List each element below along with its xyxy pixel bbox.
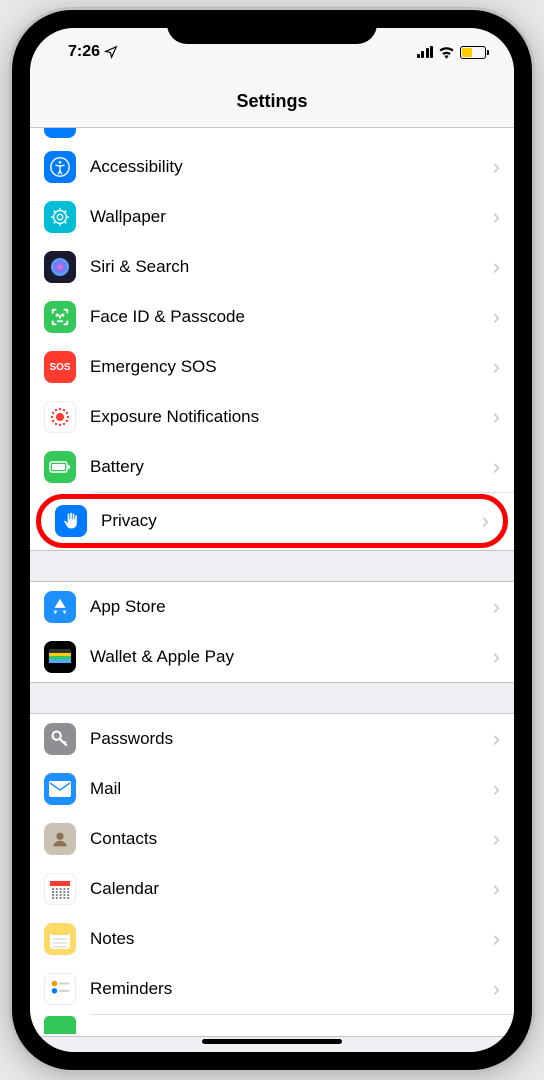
contacts-icon [44,823,76,855]
settings-row-passwords[interactable]: Passwords › [30,714,514,764]
row-label: Emergency SOS [90,357,493,377]
settings-row-wallpaper[interactable]: Wallpaper › [30,192,514,242]
row-label: Accessibility [90,157,493,177]
row-label: Calendar [90,879,493,899]
chevron-right-icon: › [493,776,500,802]
notch [167,10,377,44]
chevron-right-icon: › [493,876,500,902]
siri-icon [44,251,76,283]
faceid-icon [44,301,76,333]
settings-row-siri[interactable]: Siri & Search › [30,242,514,292]
wallpaper-icon [44,201,76,233]
row-label: Face ID & Passcode [90,307,493,327]
partial-icon [44,1016,76,1034]
wifi-icon [438,46,455,59]
chevron-right-icon: › [493,304,500,330]
row-label: App Store [90,597,493,617]
settings-row-mail[interactable]: Mail › [30,764,514,814]
chevron-right-icon: › [493,454,500,480]
settings-row-wallet[interactable]: Wallet & Apple Pay › [30,632,514,682]
status-time: 7:26 [68,43,100,61]
nav-header: Settings [30,76,514,128]
row-label: Battery [90,457,493,477]
status-left: 7:26 [68,43,118,61]
calendar-icon [44,873,76,905]
row-label: Contacts [90,829,493,849]
settings-row-calendar[interactable]: Calendar › [30,864,514,914]
chevron-right-icon: › [493,976,500,1002]
settings-row-sos[interactable]: SOS Emergency SOS › [30,342,514,392]
chevron-right-icon: › [493,826,500,852]
chevron-right-icon: › [493,154,500,180]
key-icon [44,723,76,755]
settings-row-appstore[interactable]: App Store › [30,582,514,632]
settings-row-battery[interactable]: Battery › [30,442,514,492]
chevron-right-icon: › [493,726,500,752]
accessibility-icon [44,151,76,183]
row-label: Wallpaper [90,207,493,227]
chevron-right-icon: › [493,644,500,670]
reminders-icon [44,973,76,1005]
settings-row-accessibility[interactable]: Accessibility › [30,142,514,192]
cellular-signal-icon [417,46,434,58]
exposure-icon [44,401,76,433]
row-label: Siri & Search [90,257,493,277]
appstore-icon [44,591,76,623]
chevron-right-icon: › [493,254,500,280]
mail-icon [44,773,76,805]
chevron-right-icon: › [482,508,489,534]
phone-screen: 7:26 Settings Accessibility › Wallpaper … [30,28,514,1052]
settings-row-reminders[interactable]: Reminders › [30,964,514,1014]
settings-row-privacy[interactable]: Privacy › [36,494,508,548]
row-label: Wallet & Apple Pay [90,647,493,667]
settings-section: App Store › Wallet & Apple Pay › [30,581,514,683]
wallet-icon [44,641,76,673]
chevron-right-icon: › [493,204,500,230]
page-title: Settings [236,91,307,112]
partial-row [30,1014,514,1036]
settings-row-exposure[interactable]: Exposure Notifications › [30,392,514,442]
location-arrow-icon [104,45,118,59]
sos-icon: SOS [44,351,76,383]
chevron-right-icon: › [493,354,500,380]
row-label: Passwords [90,729,493,749]
settings-row-contacts[interactable]: Contacts › [30,814,514,864]
phone-frame: 7:26 Settings Accessibility › Wallpaper … [12,10,532,1070]
home-indicator[interactable] [202,1039,342,1044]
settings-section: Passwords › Mail › Contacts › Calendar ›… [30,713,514,1037]
chevron-right-icon: › [493,594,500,620]
chevron-right-icon: › [493,404,500,430]
battery-icon [460,46,486,59]
row-label: Exposure Notifications [90,407,493,427]
settings-row-faceid[interactable]: Face ID & Passcode › [30,292,514,342]
row-label: Notes [90,929,493,949]
settings-list[interactable]: Accessibility › Wallpaper › Siri & Searc… [30,128,514,1052]
notes-icon [44,923,76,955]
battery-icon [44,451,76,483]
row-label: Reminders [90,979,493,999]
row-label: Privacy [101,511,482,531]
hand-icon [55,505,87,537]
settings-row-notes[interactable]: Notes › [30,914,514,964]
settings-section: Accessibility › Wallpaper › Siri & Searc… [30,128,514,551]
chevron-right-icon: › [493,926,500,952]
status-right [417,46,487,59]
row-label: Mail [90,779,493,799]
